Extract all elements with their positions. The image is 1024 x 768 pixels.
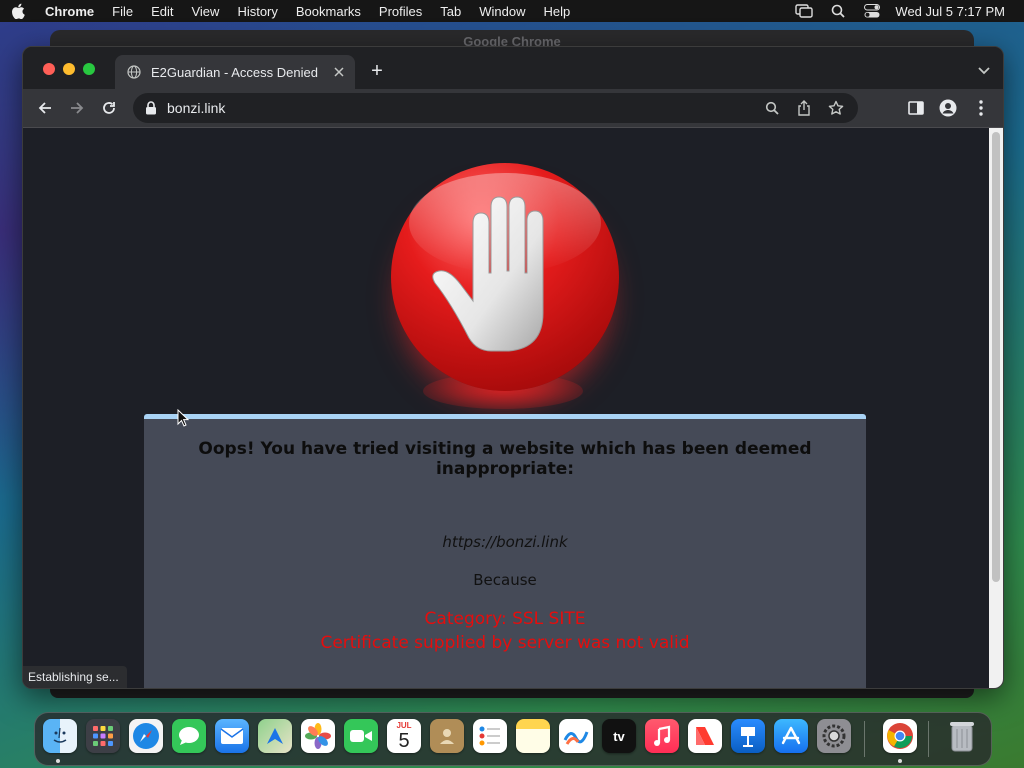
denied-message: Oops! You have tried visiting a website … bbox=[198, 439, 812, 479]
browser-toolbar: bonzi.link bbox=[23, 89, 1003, 128]
scrollbar-thumb[interactable] bbox=[992, 132, 1000, 582]
spotlight-search-icon[interactable] bbox=[827, 0, 849, 22]
profile-avatar-icon bbox=[939, 99, 957, 117]
because-label: Because bbox=[473, 571, 537, 589]
dock-separator bbox=[928, 721, 929, 757]
address-bar[interactable]: bonzi.link bbox=[133, 93, 858, 123]
menu-bar: Chrome File Edit View History Bookmarks … bbox=[0, 0, 1024, 22]
chrome-menu-button[interactable] bbox=[971, 98, 991, 118]
more-vert-icon bbox=[979, 100, 983, 116]
zoom-window-button[interactable] bbox=[83, 63, 95, 75]
menu-history[interactable]: History bbox=[228, 4, 286, 19]
menu-help[interactable]: Help bbox=[535, 4, 580, 19]
menu-tab[interactable]: Tab bbox=[431, 4, 470, 19]
globe-icon bbox=[127, 65, 141, 79]
arrow-right-icon bbox=[71, 102, 84, 114]
profile-button[interactable] bbox=[938, 98, 958, 118]
apple-icon bbox=[12, 3, 25, 19]
launchpad-icon[interactable] bbox=[86, 719, 120, 753]
facetime-icon[interactable] bbox=[344, 719, 378, 753]
forward-button[interactable] bbox=[67, 98, 87, 118]
trash-icon[interactable] bbox=[945, 719, 979, 753]
back-button[interactable] bbox=[35, 98, 55, 118]
finder-running-indicator bbox=[56, 759, 60, 763]
reload-icon bbox=[103, 102, 115, 114]
keynote-icon[interactable] bbox=[731, 719, 765, 753]
tab-close-icon[interactable] bbox=[331, 64, 347, 80]
page-scrollbar[interactable] bbox=[989, 128, 1003, 688]
dock-separator bbox=[864, 721, 865, 757]
new-tab-button[interactable]: + bbox=[367, 61, 387, 81]
chrome-running-indicator bbox=[898, 759, 902, 763]
bookmark-star-icon[interactable] bbox=[826, 98, 846, 118]
tv-icon[interactable]: tv bbox=[602, 719, 636, 753]
reminders-icon[interactable] bbox=[473, 719, 507, 753]
music-icon[interactable] bbox=[645, 719, 679, 753]
lock-icon[interactable] bbox=[145, 101, 157, 115]
menu-profiles[interactable]: Profiles bbox=[370, 4, 431, 19]
menu-app-name[interactable]: Chrome bbox=[36, 4, 103, 19]
calendar-month: JUL bbox=[396, 720, 412, 730]
app-store-icon[interactable] bbox=[774, 719, 808, 753]
tv-label: tv bbox=[613, 728, 625, 744]
apple-menu[interactable] bbox=[0, 3, 36, 19]
menu-file[interactable]: File bbox=[103, 4, 142, 19]
screen-mirroring-icon[interactable] bbox=[793, 0, 815, 22]
photos-icon[interactable] bbox=[301, 719, 335, 753]
menu-edit[interactable]: Edit bbox=[142, 4, 182, 19]
notes-icon[interactable] bbox=[516, 719, 550, 753]
share-icon[interactable] bbox=[794, 98, 814, 118]
tab-title: E2Guardian - Access Denied bbox=[151, 64, 318, 80]
minimize-window-button[interactable] bbox=[63, 63, 75, 75]
arrow-left-icon bbox=[38, 102, 51, 114]
calendar-icon[interactable]: JUL 5 bbox=[387, 719, 421, 753]
mouse-cursor-icon bbox=[177, 408, 190, 432]
url-text[interactable]: bonzi.link bbox=[167, 100, 762, 116]
block-reason: Certificate supplied by server was not v… bbox=[320, 633, 690, 653]
dock: JUL 5 tv bbox=[34, 712, 992, 766]
menu-bookmarks[interactable]: Bookmarks bbox=[287, 4, 370, 19]
maps-icon[interactable] bbox=[258, 719, 292, 753]
contacts-icon[interactable] bbox=[430, 719, 464, 753]
calendar-day: 5 bbox=[398, 729, 410, 752]
mail-icon[interactable] bbox=[215, 719, 249, 753]
messages-icon[interactable] bbox=[172, 719, 206, 753]
freeform-icon[interactable] bbox=[559, 719, 593, 753]
page-content: Oops! You have tried visiting a website … bbox=[23, 128, 989, 688]
reload-button[interactable] bbox=[99, 98, 119, 118]
side-panel-icon bbox=[908, 101, 924, 115]
control-center-icon[interactable] bbox=[861, 0, 883, 22]
block-category: Category: SSL SITE bbox=[424, 609, 586, 629]
status-bubble: Establishing se... bbox=[23, 666, 127, 688]
safari-icon[interactable] bbox=[129, 719, 163, 753]
close-window-button[interactable] bbox=[43, 63, 55, 75]
stop-hand-icon bbox=[391, 163, 619, 391]
access-denied-box: Oops! You have tried visiting a website … bbox=[144, 414, 866, 688]
menubar-clock[interactable]: Wed Jul 5 7:17 PM bbox=[889, 4, 1024, 19]
system-settings-icon[interactable] bbox=[817, 719, 851, 753]
browser-window: E2Guardian - Access Denied + bonzi.link bbox=[22, 46, 1004, 689]
blocked-url: https://bonzi.link bbox=[442, 533, 568, 551]
menu-view[interactable]: View bbox=[182, 4, 228, 19]
tab-active[interactable]: E2Guardian - Access Denied bbox=[115, 55, 355, 89]
zoom-search-icon[interactable] bbox=[762, 98, 782, 118]
news-icon[interactable] bbox=[688, 719, 722, 753]
menu-window[interactable]: Window bbox=[470, 4, 534, 19]
finder-icon[interactable] bbox=[43, 719, 77, 753]
tab-search-chevron-icon[interactable] bbox=[977, 63, 991, 75]
side-panel-button[interactable] bbox=[906, 98, 926, 118]
chrome-icon[interactable] bbox=[883, 719, 917, 753]
tab-strip: E2Guardian - Access Denied + bbox=[23, 47, 1003, 89]
